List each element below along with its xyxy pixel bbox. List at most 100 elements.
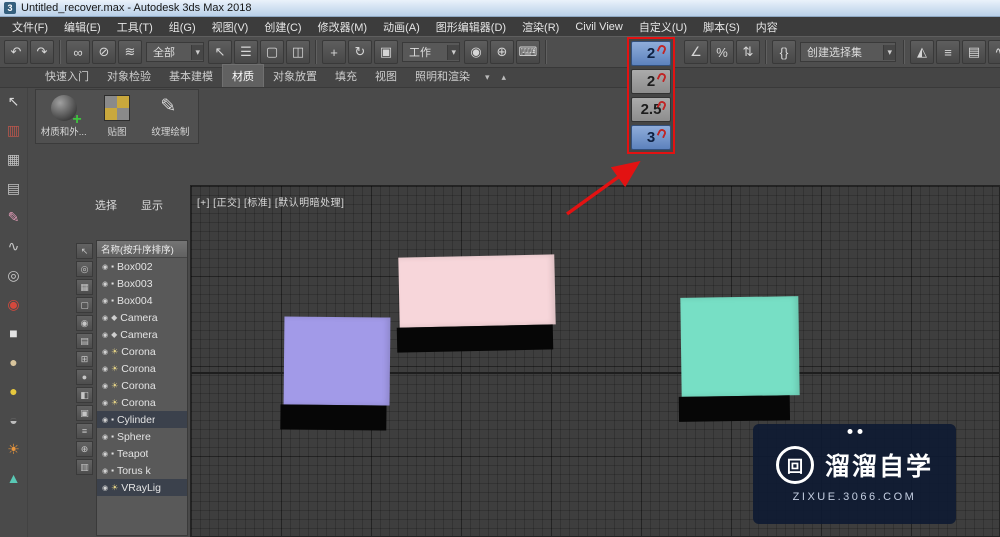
explorer-display-lights-icon[interactable]: ◉ bbox=[76, 315, 93, 331]
select-and-move-icon[interactable]: + bbox=[322, 40, 346, 64]
menu-item-5[interactable]: 创建(C) bbox=[256, 17, 309, 37]
menu-item-6[interactable]: 修改器(M) bbox=[310, 17, 376, 37]
align-icon[interactable]: ≡ bbox=[936, 40, 960, 64]
explorer-tab-0[interactable]: 选择 bbox=[86, 195, 126, 215]
named-selection-set-dropdown[interactable]: 创建选择集 ▾ bbox=[800, 42, 896, 62]
reference-coordinate-dropdown[interactable]: 工作 ▾ bbox=[402, 42, 460, 62]
explorer-row[interactable]: ◉ ▪ Box004 bbox=[97, 292, 187, 309]
ribbon-tab-2[interactable]: 基本建模 bbox=[160, 65, 222, 87]
select-and-scale-icon[interactable]: ▣ bbox=[374, 40, 398, 64]
explorer-row[interactable]: ◉ ▪ Box003 bbox=[97, 275, 187, 292]
explorer-sort-header[interactable]: 名称(按升序排序) bbox=[97, 241, 187, 258]
menu-item-13[interactable]: 内容 bbox=[748, 17, 786, 37]
select-and-rotate-icon[interactable]: ↻ bbox=[348, 40, 372, 64]
explorer-row[interactable]: ◉ ☀ Corona bbox=[97, 394, 187, 411]
ribbon-button-2[interactable]: 纹理绘制 bbox=[145, 92, 196, 141]
explorer-row[interactable]: ◉ ▪ Torus k bbox=[97, 462, 187, 479]
ribbon-button-0[interactable]: 材质和外... bbox=[38, 92, 89, 141]
paint-tool-icon[interactable]: ✎ bbox=[3, 207, 25, 227]
explorer-row[interactable]: ◉ ▪ Teapot bbox=[97, 445, 187, 462]
ribbon-tab-3[interactable]: 材质 bbox=[222, 64, 264, 87]
viewport-box-pink[interactable] bbox=[396, 254, 556, 353]
explorer-display-shapes-icon[interactable]: ▢ bbox=[76, 297, 93, 313]
sun-tool-icon[interactable]: ☀ bbox=[3, 439, 25, 459]
menu-item-9[interactable]: 渲染(R) bbox=[514, 17, 567, 37]
explorer-settings-icon[interactable]: ▥ bbox=[76, 459, 93, 475]
select-by-name-icon[interactable]: ☰ bbox=[234, 40, 258, 64]
explorer-row[interactable]: ◉ ☀ VRayLig bbox=[97, 479, 187, 496]
viewport-box-teal[interactable] bbox=[678, 296, 800, 422]
menu-item-1[interactable]: 编辑(E) bbox=[56, 17, 109, 37]
explorer-row[interactable]: ◉ ▪ Box002 bbox=[97, 258, 187, 275]
bind-to-space-warp-icon[interactable]: ≋ bbox=[118, 40, 142, 64]
explorer-row[interactable]: ◉ ☀ Corona bbox=[97, 360, 187, 377]
tan-sphere-tool-icon[interactable]: ● bbox=[3, 352, 25, 372]
explorer-row[interactable]: ◉ ▪ Cylinder bbox=[97, 411, 187, 428]
explorer-row[interactable]: ◉ ☀ Corona bbox=[97, 377, 187, 394]
explorer-row[interactable]: ◉ ◆ Camera bbox=[97, 326, 187, 343]
selection-filter-dropdown[interactable]: 全部 ▾ bbox=[146, 42, 204, 62]
selection-region-icon[interactable]: ▢ bbox=[260, 40, 284, 64]
explorer-pick-icon[interactable]: ⊕ bbox=[76, 441, 93, 457]
ribbon-tab-7[interactable]: 照明和渲染 bbox=[406, 65, 479, 87]
menu-item-4[interactable]: 视图(V) bbox=[204, 17, 257, 37]
mirror-icon[interactable]: ◭ bbox=[910, 40, 934, 64]
menu-item-3[interactable]: 组(G) bbox=[161, 17, 204, 37]
snap-option-2-5[interactable]: 2.5 bbox=[631, 97, 671, 122]
menu-item-12[interactable]: 脚本(S) bbox=[695, 17, 748, 37]
ribbon-tab-4[interactable]: 对象放置 bbox=[264, 65, 326, 87]
explorer-tab-1[interactable]: 显示 bbox=[132, 195, 172, 215]
explorer-find-icon[interactable]: ◎ bbox=[76, 261, 93, 277]
grid-tool-icon[interactable]: ▦ bbox=[3, 149, 25, 169]
ribbon-button-1[interactable]: 贴图 bbox=[91, 92, 142, 141]
explorer-row[interactable]: ◉ ☀ Corona bbox=[97, 343, 187, 360]
scene-explorer-icon[interactable]: ▤ bbox=[962, 40, 986, 64]
white-square-tool-icon[interactable]: ■ bbox=[3, 323, 25, 343]
select-and-link-icon[interactable]: ∞ bbox=[66, 40, 90, 64]
undo-icon[interactable]: ↶ bbox=[4, 40, 28, 64]
menu-item-10[interactable]: Civil View bbox=[567, 19, 630, 35]
viewport-box-lavender[interactable] bbox=[280, 316, 391, 431]
explorer-row[interactable]: ◉ ▪ Sphere bbox=[97, 428, 187, 445]
viewport-label[interactable]: [+] [正交] [标准] [默认明暗处理] bbox=[197, 194, 344, 209]
ribbon-tab-5[interactable]: 填充 bbox=[326, 65, 366, 87]
explorer-display-spacewarps-icon[interactable]: ● bbox=[76, 369, 93, 385]
menu-item-2[interactable]: 工具(T) bbox=[109, 17, 161, 37]
menu-item-7[interactable]: 动画(A) bbox=[375, 17, 428, 37]
red-tool-icon[interactable]: ▥ bbox=[3, 120, 25, 140]
select-cursor-icon[interactable]: ↖ bbox=[3, 91, 25, 111]
select-object-icon[interactable]: ↖ bbox=[208, 40, 232, 64]
unlink-selection-icon[interactable]: ⊘ bbox=[92, 40, 116, 64]
explorer-select-icon[interactable]: ↖ bbox=[76, 243, 93, 259]
yellow-sphere-tool-icon[interactable]: ● bbox=[3, 381, 25, 401]
snap-option-2[interactable]: 2 bbox=[631, 69, 671, 94]
explorer-display-xrefs-icon[interactable]: ▣ bbox=[76, 405, 93, 421]
ring-tool-icon[interactable]: ◎ bbox=[3, 265, 25, 285]
ribbon-tab-0[interactable]: 快速入门 bbox=[36, 65, 98, 87]
explorer-display-groups-icon[interactable]: ◧ bbox=[76, 387, 93, 403]
ribbon-flyout-arrow-icon[interactable]: ▾ bbox=[479, 68, 496, 87]
title-bar[interactable]: 3 Untitled_recover.max - Autodesk 3ds Ma… bbox=[0, 0, 1000, 17]
edit-named-selection-sets-icon[interactable]: {} bbox=[772, 40, 796, 64]
window-crossing-icon[interactable]: ◫ bbox=[286, 40, 310, 64]
menu-item-0[interactable]: 文件(F) bbox=[4, 17, 56, 37]
explorer-display-cameras-icon[interactable]: ▤ bbox=[76, 333, 93, 349]
explorer-sort-icon[interactable]: ≡ bbox=[76, 423, 93, 439]
explorer-row[interactable]: ◉ ◆ Camera bbox=[97, 309, 187, 326]
spinner-snap-icon[interactable]: ⇅ bbox=[736, 40, 760, 64]
keyboard-shortcut-override-icon[interactable]: ⌨ bbox=[516, 40, 540, 64]
menu-item-8[interactable]: 图形编辑器(D) bbox=[428, 17, 514, 37]
curve-tool-icon[interactable]: ∿ bbox=[3, 236, 25, 256]
use-pivot-point-center-icon[interactable]: ◉ bbox=[464, 40, 488, 64]
pot-tool-icon[interactable]: ◒ bbox=[3, 410, 25, 430]
redo-icon[interactable]: ↷ bbox=[30, 40, 54, 64]
cone-tool-icon[interactable]: ▲ bbox=[3, 468, 25, 488]
snap-option-2[interactable]: 2 bbox=[631, 41, 671, 66]
explorer-display-helpers-icon[interactable]: ⊞ bbox=[76, 351, 93, 367]
curve-editor-icon[interactable]: ∿ bbox=[988, 40, 1000, 64]
select-and-manipulate-icon[interactable]: ⊕ bbox=[490, 40, 514, 64]
ribbon-minimize-icon[interactable]: ▴ bbox=[496, 68, 513, 87]
ribbon-tab-1[interactable]: 对象检验 bbox=[98, 65, 160, 87]
menu-item-11[interactable]: 自定义(U) bbox=[631, 17, 695, 37]
layout-tool-icon[interactable]: ▤ bbox=[3, 178, 25, 198]
